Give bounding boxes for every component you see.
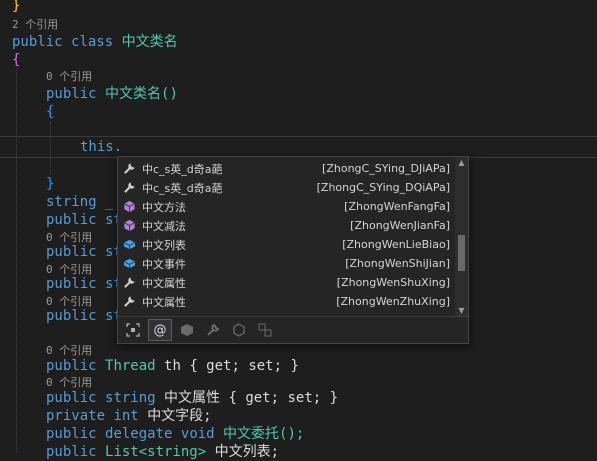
completion-item-pinyin: [ZhongWenShuXing]: [336, 276, 450, 289]
indent-guide: [50, 122, 51, 174]
focus-filter-icon[interactable]: [122, 320, 144, 340]
constructor-name: 中文类名(): [105, 86, 178, 102]
ctor-open-brace: {: [46, 104, 55, 120]
this-expression: this.: [80, 139, 123, 155]
completion-item[interactable]: 中文事件 [ZhongWenShiJian]: [118, 254, 454, 273]
keyword: string: [105, 390, 156, 406]
constructor-declaration: public 中文类名(): [46, 85, 178, 103]
completion-item-pinyin: [ZhongWenShiJian]: [345, 257, 450, 270]
keyword: public: [46, 390, 97, 406]
completion-scrollbar[interactable]: ▲ ▼: [455, 157, 468, 317]
event-icon: [122, 257, 136, 271]
completion-item-pinyin: [ZhongWenZhuXing]: [336, 295, 450, 308]
field-name: 中文字段;: [147, 408, 212, 424]
class-open-brace: {: [12, 52, 21, 68]
completion-item[interactable]: 中文列表 [ZhongWenLieBiao]: [118, 235, 454, 254]
keyword: public: [12, 34, 63, 50]
field-line: private int 中文字段;: [46, 407, 212, 425]
at-sign-filter-icon[interactable]: @: [148, 319, 172, 341]
thread-property-line: public Thread th { get; set; }: [46, 357, 299, 375]
completion-item-pinyin: [ZhongWenLieBiao]: [342, 238, 450, 251]
delegate-line: public delegate void 中文委托();: [46, 425, 304, 443]
keyword: public st: [46, 308, 122, 324]
code-line: public st: [46, 243, 122, 261]
completion-filter-bar: @: [118, 316, 468, 343]
intellisense-completion-list[interactable]: 中c_s英_d奇a葩 [ZhongC_SYing_DJiAPa] 中c_s英_d奇a…: [117, 156, 469, 344]
keyword: class: [71, 34, 114, 50]
completion-item[interactable]: 中文方法 [ZhongWenFangFa]: [118, 197, 454, 216]
keyword: string _: [46, 194, 114, 210]
class-name: 中文类名: [121, 34, 178, 50]
code-line: public st: [46, 211, 122, 229]
property-name: 中文属性: [164, 390, 221, 406]
keyword: private: [46, 408, 106, 424]
wrench-icon: [122, 295, 136, 309]
list-line: public List<string> 中文列表;: [46, 443, 279, 461]
type-name: Thread: [105, 358, 156, 374]
indent-guide: [16, 68, 17, 453]
keyword: public: [46, 426, 97, 442]
keyword: delegate: [105, 426, 173, 442]
reference-count[interactable]: 0 个引用: [46, 68, 92, 86]
method-icon: [122, 200, 136, 214]
class-declaration: public class 中文类名: [12, 33, 178, 51]
completion-item-pinyin: [ZhongC_SYing_DQiAPa]: [316, 181, 450, 194]
completion-item-pinyin: [ZhongWenJianFa]: [350, 219, 450, 232]
scroll-thumb[interactable]: [458, 235, 465, 271]
method-icon: [122, 219, 136, 233]
keyword: int: [113, 408, 139, 424]
code-line: string _: [46, 193, 113, 211]
keyword: public: [46, 358, 97, 374]
wrench-icon: [122, 181, 136, 195]
wrench-icon: [122, 162, 136, 176]
wrench-filter-icon[interactable]: [202, 320, 224, 340]
keyword: public st: [46, 212, 122, 228]
delegate-name: 中文委托();: [223, 426, 305, 442]
accessors: { get; set; }: [228, 390, 339, 406]
completion-item[interactable]: 中文属性 [ZhongWenZhuXing]: [118, 292, 454, 311]
completion-item-pinyin: [ZhongWenFangFa]: [344, 200, 450, 213]
property-declaration: th { get; set; }: [164, 358, 299, 374]
field-icon: [122, 238, 136, 252]
completion-item[interactable]: 中c_s英_d奇a葩 [ZhongC_SYing_DJiAPa]: [118, 159, 454, 178]
code-line: public st: [46, 275, 122, 293]
completion-item[interactable]: 中文减法 [ZhongWenJianFa]: [118, 216, 454, 235]
completion-items: 中c_s英_d奇a葩 [ZhongC_SYing_DJiAPa] 中c_s英_d奇a…: [118, 159, 454, 311]
completion-item[interactable]: 中c_s英_d奇a葩 [ZhongC_SYing_DQiAPa]: [118, 178, 454, 197]
namespace-filter-icon[interactable]: [254, 320, 276, 340]
wrench-icon: [122, 276, 136, 290]
class-filter-icon[interactable]: [176, 320, 198, 340]
reference-count[interactable]: 2 个引用: [12, 16, 58, 34]
field-name: 中文列表;: [214, 444, 280, 460]
completion-item[interactable]: 中文属性 [ZhongWenShuXing]: [118, 273, 454, 292]
scroll-up-arrow-icon[interactable]: ▲: [455, 157, 468, 169]
keyword: public: [46, 86, 97, 102]
code-line: public st: [46, 307, 122, 325]
string-property-line: public string 中文属性 { get; set; }: [46, 389, 338, 407]
keyword: public st: [46, 244, 122, 260]
keyword: public st: [46, 276, 122, 292]
completion-item-pinyin: [ZhongC_SYing_DJiAPa]: [322, 162, 450, 175]
type-name: List<string>: [105, 444, 207, 460]
closing-brace: }: [12, 0, 21, 14]
cube-filter-icon[interactable]: [228, 320, 250, 340]
keyword: void: [180, 426, 215, 442]
keyword: public: [46, 444, 97, 460]
ctor-close-brace: }: [46, 176, 55, 192]
